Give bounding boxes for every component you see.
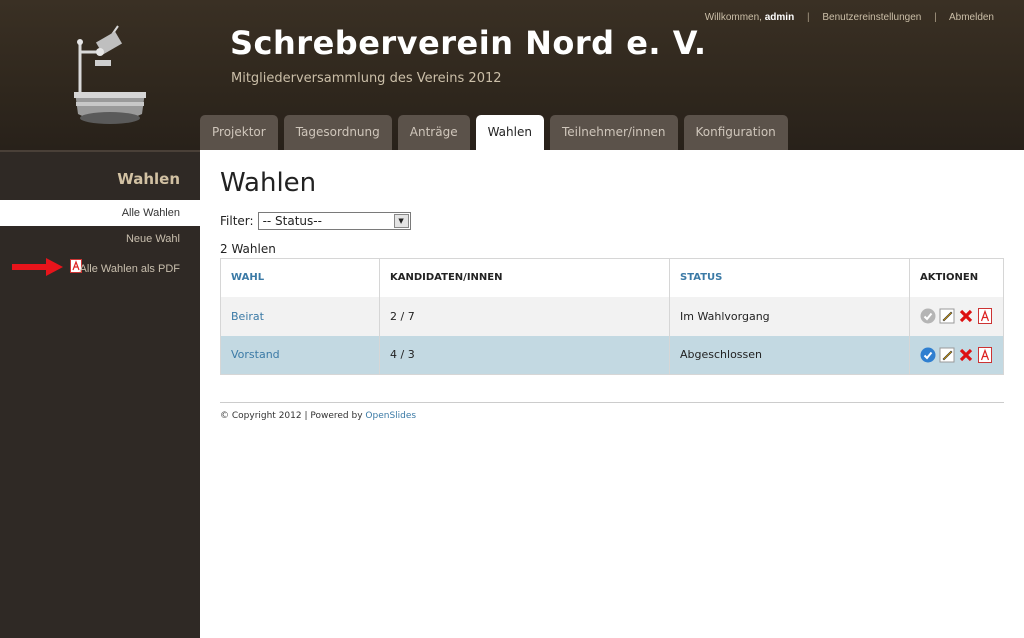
actions-cell <box>909 296 1004 336</box>
delete-icon[interactable] <box>958 308 974 324</box>
pdf-icon[interactable] <box>977 346 993 363</box>
tab-konfiguration[interactable]: Konfiguration <box>683 115 788 150</box>
sidebar-item-pdf[interactable]: Alle Wahlen als PDF <box>0 256 200 282</box>
welcome-text: Willkommen, <box>704 12 762 23</box>
separator: | <box>806 12 810 23</box>
column-header-kandidaten: KANDIDATEN/INNEN <box>379 258 670 297</box>
edit-icon[interactable] <box>939 308 955 324</box>
table-header-row: WAHL KANDIDATEN/INNEN STATUS AKTIONEN <box>220 258 1004 297</box>
candidates-cell: 2 / 7 <box>379 296 670 336</box>
sidebar-item-all-elections[interactable]: Alle Wahlen <box>0 200 200 226</box>
sidebar-title: Wahlen <box>117 170 180 188</box>
table-row: Beirat 2 / 7 Im Wahlvorgang <box>220 296 1004 336</box>
column-header-aktionen: AKTIONEN <box>909 258 1004 297</box>
checkmark-inactive-icon[interactable] <box>920 308 936 324</box>
column-header-wahl[interactable]: WAHL <box>220 258 380 297</box>
status-cell: Im Wahlvorgang <box>669 296 910 336</box>
election-name-link[interactable]: Beirat <box>220 296 380 336</box>
sidebar-item-new-election[interactable]: Neue Wahl <box>0 226 200 252</box>
user-settings-link[interactable]: Benutzereinstellungen <box>822 12 921 23</box>
table-row: Vorstand 4 / 3 Abgeschlossen <box>220 335 1004 375</box>
openslides-link[interactable]: OpenSlides <box>365 411 416 421</box>
main-content: Wahlen Filter: -- Status-- ▼ 2 Wahlen WA… <box>220 168 1004 375</box>
actions-cell <box>909 335 1004 375</box>
tab-projektor[interactable]: Projektor <box>200 115 278 150</box>
edit-icon[interactable] <box>939 347 955 363</box>
filter-row: Filter: -- Status-- ▼ <box>220 212 1004 230</box>
status-cell: Abgeschlossen <box>669 335 910 375</box>
footer: © Copyright 2012 | Powered by OpenSlides <box>220 402 1004 421</box>
tab-tagesordnung[interactable]: Tagesordnung <box>283 115 392 150</box>
election-name-link[interactable]: Vorstand <box>220 335 380 375</box>
footer-text: © Copyright 2012 | Powered by <box>220 411 363 421</box>
status-filter-select[interactable]: -- Status-- ▼ <box>257 212 411 230</box>
sidebar: Wahlen Alle Wahlen Neue Wahl Alle Wahlen… <box>0 150 200 638</box>
separator: | <box>934 12 937 23</box>
main-tabs: Projektor Tagesordnung Anträge Wahlen Te… <box>200 115 794 150</box>
elections-table: WAHL KANDIDATEN/INNEN STATUS AKTIONEN Be… <box>220 258 1004 375</box>
username: admin <box>764 12 795 23</box>
logout-link[interactable]: Abmelden <box>949 12 994 23</box>
pdf-icon[interactable] <box>977 308 993 324</box>
site-subtitle: Mitgliederversammlung des Vereins 2012 <box>231 71 502 86</box>
checkmark-active-icon[interactable] <box>920 347 936 363</box>
tab-wahlen[interactable]: Wahlen <box>475 115 544 150</box>
candidates-cell: 4 / 3 <box>379 335 670 375</box>
page-title: Wahlen <box>220 168 317 198</box>
tab-antraege[interactable]: Anträge <box>397 115 470 150</box>
header: Schreberverein Nord e. V. Mitgliedervers… <box>0 0 1024 150</box>
filter-value: -- Status-- <box>262 214 322 228</box>
chevron-down-icon[interactable]: ▼ <box>393 214 409 228</box>
election-count: 2 Wahlen <box>220 242 276 256</box>
tab-teilnehmer[interactable]: Teilnehmer/innen <box>549 115 678 150</box>
user-bar: Willkommen, admin | Benutzereinstellunge… <box>705 12 994 23</box>
projector-logo <box>74 25 146 124</box>
site-title: Schreberverein Nord e. V. <box>230 24 707 62</box>
column-header-status[interactable]: STATUS <box>669 258 910 297</box>
filter-label: Filter: <box>220 214 254 228</box>
delete-icon[interactable] <box>958 347 974 363</box>
